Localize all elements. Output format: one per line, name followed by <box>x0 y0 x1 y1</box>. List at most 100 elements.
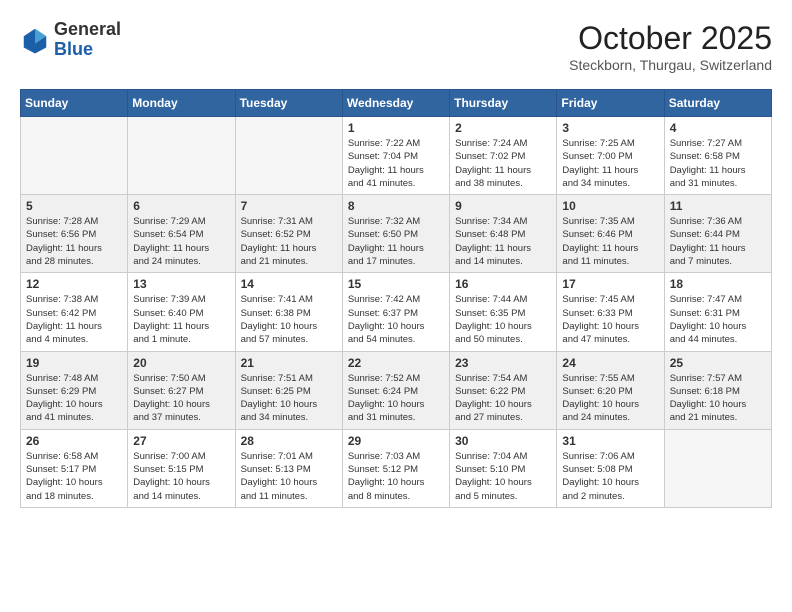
calendar-day-cell: 15Sunrise: 7:42 AM Sunset: 6:37 PM Dayli… <box>342 273 449 351</box>
day-number: 16 <box>455 277 551 291</box>
location-subtitle: Steckborn, Thurgau, Switzerland <box>569 57 772 73</box>
calendar-day-cell: 25 Sunrise: 7:57 AM Sunset: 6:18 PM Dayli… <box>664 351 771 429</box>
day-number: 28 <box>241 434 337 448</box>
calendar-day-cell: 14Sunrise: 7:41 AM Sunset: 6:38 PM Dayli… <box>235 273 342 351</box>
calendar-day-cell: 21 Sunrise: 7:51 AM Sunset: 6:25 PM Dayli… <box>235 351 342 429</box>
day-info: Sunrise: 7:24 AM Sunset: 7:02 PM Dayligh… <box>455 137 551 190</box>
calendar-week-row: 19 Sunrise: 7:48 AM Sunset: 6:29 PM Dayli… <box>21 351 772 429</box>
calendar-day-cell <box>664 429 771 507</box>
day-info: Sunrise: 7:51 AM Sunset: 6:25 PM Dayligh… <box>241 372 337 425</box>
logo: General Blue <box>20 20 121 60</box>
day-number: 4 <box>670 121 766 135</box>
day-number: 8 <box>348 199 444 213</box>
weekday-header: Saturday <box>664 90 771 117</box>
day-number: 18 <box>670 277 766 291</box>
calendar-day-cell: 5 Sunrise: 7:28 AM Sunset: 6:56 PM Daylig… <box>21 195 128 273</box>
day-info: Sunrise: 7:47 AM Sunset: 6:31 PM Dayligh… <box>670 293 766 346</box>
weekday-header: Sunday <box>21 90 128 117</box>
calendar-day-cell: 28 Sunrise: 7:01 AM Sunset: 5:13 PM Dayli… <box>235 429 342 507</box>
day-info: Sunrise: 7:44 AM Sunset: 6:35 PM Dayligh… <box>455 293 551 346</box>
day-info: Sunrise: 7:04 AM Sunset: 5:10 PM Dayligh… <box>455 450 551 503</box>
day-number: 19 <box>26 356 122 370</box>
calendar-day-cell: 16 Sunrise: 7:44 AM Sunset: 6:35 PM Dayli… <box>450 273 557 351</box>
day-number: 24 <box>562 356 658 370</box>
calendar-day-cell: 12 Sunrise: 7:38 AM Sunset: 6:42 PM Dayli… <box>21 273 128 351</box>
logo-text: General Blue <box>54 20 121 60</box>
title-block: October 2025 Steckborn, Thurgau, Switzer… <box>569 20 772 73</box>
day-number: 30 <box>455 434 551 448</box>
day-info: Sunrise: 7:25 AM Sunset: 7:00 PM Dayligh… <box>562 137 658 190</box>
day-number: 25 <box>670 356 766 370</box>
calendar-day-cell: 4 Sunrise: 7:27 AM Sunset: 6:58 PM Daylig… <box>664 117 771 195</box>
day-number: 9 <box>455 199 551 213</box>
logo-icon <box>20 25 50 55</box>
page-header: General Blue October 2025 Steckborn, Thu… <box>20 20 772 73</box>
day-number: 13 <box>133 277 229 291</box>
day-info: Sunrise: 7:34 AM Sunset: 6:48 PM Dayligh… <box>455 215 551 268</box>
weekday-header: Friday <box>557 90 664 117</box>
calendar-week-row: 1Sunrise: 7:22 AM Sunset: 7:04 PM Daylig… <box>21 117 772 195</box>
day-info: Sunrise: 7:50 AM Sunset: 6:27 PM Dayligh… <box>133 372 229 425</box>
day-info: Sunrise: 7:31 AM Sunset: 6:52 PM Dayligh… <box>241 215 337 268</box>
day-info: Sunrise: 7:28 AM Sunset: 6:56 PM Dayligh… <box>26 215 122 268</box>
calendar-week-row: 5 Sunrise: 7:28 AM Sunset: 6:56 PM Daylig… <box>21 195 772 273</box>
day-number: 2 <box>455 121 551 135</box>
calendar-day-cell: 18 Sunrise: 7:47 AM Sunset: 6:31 PM Dayli… <box>664 273 771 351</box>
calendar-day-cell: 1Sunrise: 7:22 AM Sunset: 7:04 PM Daylig… <box>342 117 449 195</box>
day-info: Sunrise: 7:38 AM Sunset: 6:42 PM Dayligh… <box>26 293 122 346</box>
calendar-day-cell: 3 Sunrise: 7:25 AM Sunset: 7:00 PM Daylig… <box>557 117 664 195</box>
day-number: 23 <box>455 356 551 370</box>
day-info: Sunrise: 7:45 AM Sunset: 6:33 PM Dayligh… <box>562 293 658 346</box>
calendar-day-cell <box>21 117 128 195</box>
calendar-week-row: 12 Sunrise: 7:38 AM Sunset: 6:42 PM Dayli… <box>21 273 772 351</box>
calendar-day-cell: 19 Sunrise: 7:48 AM Sunset: 6:29 PM Dayli… <box>21 351 128 429</box>
day-info: Sunrise: 7:29 AM Sunset: 6:54 PM Dayligh… <box>133 215 229 268</box>
day-number: 12 <box>26 277 122 291</box>
weekday-header: Thursday <box>450 90 557 117</box>
calendar-day-cell <box>128 117 235 195</box>
day-info: Sunrise: 7:39 AM Sunset: 6:40 PM Dayligh… <box>133 293 229 346</box>
calendar-day-cell: 23Sunrise: 7:54 AM Sunset: 6:22 PM Dayli… <box>450 351 557 429</box>
day-number: 22 <box>348 356 444 370</box>
day-number: 14 <box>241 277 337 291</box>
calendar-day-cell <box>235 117 342 195</box>
day-info: Sunrise: 7:55 AM Sunset: 6:20 PM Dayligh… <box>562 372 658 425</box>
calendar-day-cell: 2 Sunrise: 7:24 AM Sunset: 7:02 PM Daylig… <box>450 117 557 195</box>
day-number: 3 <box>562 121 658 135</box>
logo-general: General <box>54 19 121 39</box>
day-number: 11 <box>670 199 766 213</box>
day-info: Sunrise: 7:22 AM Sunset: 7:04 PM Dayligh… <box>348 137 444 190</box>
day-info: Sunrise: 7:32 AM Sunset: 6:50 PM Dayligh… <box>348 215 444 268</box>
day-info: Sunrise: 7:00 AM Sunset: 5:15 PM Dayligh… <box>133 450 229 503</box>
day-number: 5 <box>26 199 122 213</box>
day-number: 31 <box>562 434 658 448</box>
calendar-day-cell: 22Sunrise: 7:52 AM Sunset: 6:24 PM Dayli… <box>342 351 449 429</box>
calendar-day-cell: 31 Sunrise: 7:06 AM Sunset: 5:08 PM Dayli… <box>557 429 664 507</box>
calendar-day-cell: 9 Sunrise: 7:34 AM Sunset: 6:48 PM Daylig… <box>450 195 557 273</box>
calendar-day-cell: 20Sunrise: 7:50 AM Sunset: 6:27 PM Dayli… <box>128 351 235 429</box>
calendar-day-cell: 24 Sunrise: 7:55 AM Sunset: 6:20 PM Dayli… <box>557 351 664 429</box>
day-number: 29 <box>348 434 444 448</box>
day-info: Sunrise: 7:27 AM Sunset: 6:58 PM Dayligh… <box>670 137 766 190</box>
calendar-day-cell: 13 Sunrise: 7:39 AM Sunset: 6:40 PM Dayli… <box>128 273 235 351</box>
calendar-day-cell: 11Sunrise: 7:36 AM Sunset: 6:44 PM Dayli… <box>664 195 771 273</box>
weekday-header: Monday <box>128 90 235 117</box>
day-info: Sunrise: 7:48 AM Sunset: 6:29 PM Dayligh… <box>26 372 122 425</box>
day-info: Sunrise: 7:01 AM Sunset: 5:13 PM Dayligh… <box>241 450 337 503</box>
day-info: Sunrise: 7:03 AM Sunset: 5:12 PM Dayligh… <box>348 450 444 503</box>
day-info: Sunrise: 7:57 AM Sunset: 6:18 PM Dayligh… <box>670 372 766 425</box>
calendar-day-cell: 6 Sunrise: 7:29 AM Sunset: 6:54 PM Daylig… <box>128 195 235 273</box>
weekday-header-row: SundayMondayTuesdayWednesdayThursdayFrid… <box>21 90 772 117</box>
day-number: 10 <box>562 199 658 213</box>
day-info: Sunrise: 7:35 AM Sunset: 6:46 PM Dayligh… <box>562 215 658 268</box>
day-number: 7 <box>241 199 337 213</box>
day-number: 17 <box>562 277 658 291</box>
day-number: 6 <box>133 199 229 213</box>
calendar-day-cell: 26Sunrise: 6:58 AM Sunset: 5:17 PM Dayli… <box>21 429 128 507</box>
day-info: Sunrise: 7:06 AM Sunset: 5:08 PM Dayligh… <box>562 450 658 503</box>
day-info: Sunrise: 7:42 AM Sunset: 6:37 PM Dayligh… <box>348 293 444 346</box>
calendar-day-cell: 17 Sunrise: 7:45 AM Sunset: 6:33 PM Dayli… <box>557 273 664 351</box>
calendar-day-cell: 8 Sunrise: 7:32 AM Sunset: 6:50 PM Daylig… <box>342 195 449 273</box>
calendar-day-cell: 29 Sunrise: 7:03 AM Sunset: 5:12 PM Dayli… <box>342 429 449 507</box>
day-number: 21 <box>241 356 337 370</box>
